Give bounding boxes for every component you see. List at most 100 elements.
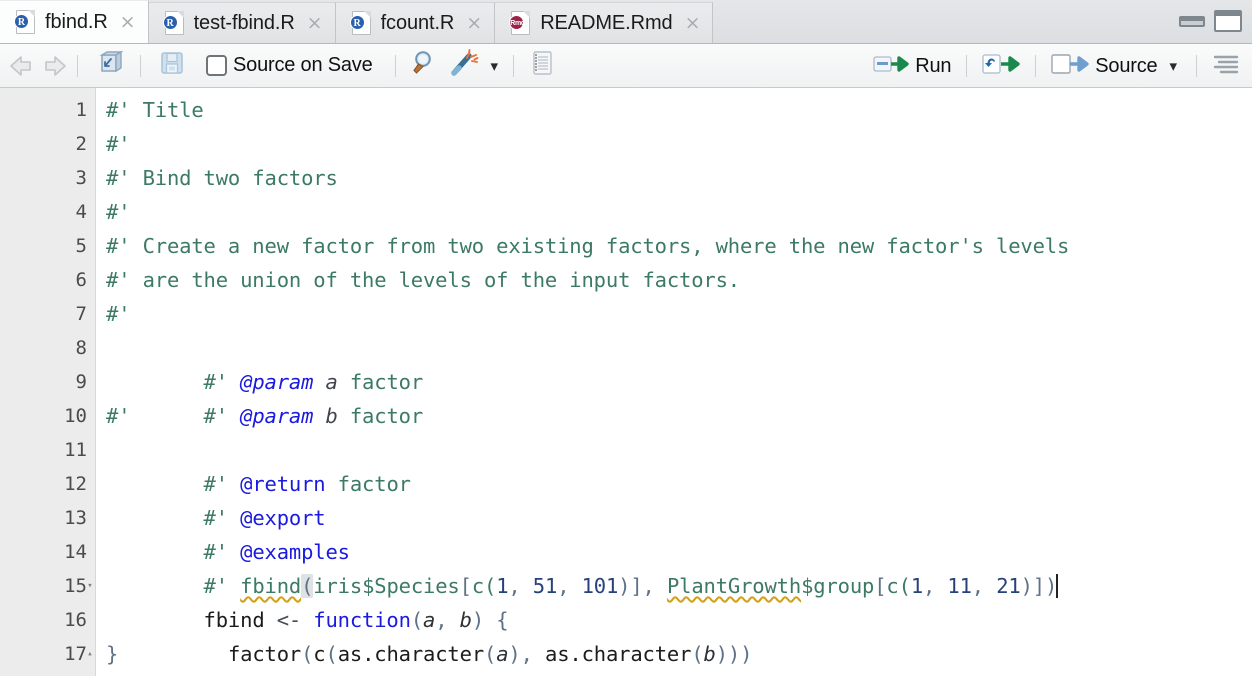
fold-toggle-icon[interactable]: ▴: [84, 637, 96, 671]
source-button[interactable]: Source: [1045, 49, 1163, 84]
document-outline-icon[interactable]: [1206, 52, 1246, 81]
editor-tab-bar: R fbind.R × R test-fbind.R × R fcount.R …: [0, 0, 1252, 44]
line-number: 14: [0, 535, 95, 569]
editor-toolbar: Source on Save ▾ Run Source ▾: [0, 44, 1252, 88]
code-line: #': [106, 200, 131, 224]
code-text-area[interactable]: #' Title #' #' Bind two factors #' #' Cr…: [96, 88, 1252, 676]
roxygen-tag: @param: [240, 370, 314, 394]
fold-toggle-icon[interactable]: [84, 433, 96, 467]
rmd-file-icon: Rmd: [509, 10, 531, 36]
compile-report-notebook-icon[interactable]: [523, 49, 561, 82]
r-file-icon: R: [349, 10, 372, 36]
line-number-gutter: 1 2 3 4 5 6 7 8 9 10 11 12 13 14 15 ▾ 16 …: [0, 88, 96, 676]
tab-label: test-fbind.R: [193, 11, 295, 34]
fold-toggle-icon[interactable]: [84, 127, 96, 161]
source-document-icon: [1051, 52, 1089, 81]
code-tools-magic-wand-icon[interactable]: [445, 49, 485, 82]
fold-toggle-icon[interactable]: [84, 297, 96, 331]
code-line: #' are the union of the levels of the in…: [106, 268, 740, 292]
line-number: 8: [0, 331, 95, 365]
line-number: 15 ▾: [0, 569, 95, 603]
source-label: Source: [1095, 54, 1158, 77]
toolbar-separator: [140, 54, 141, 77]
spellcheck-word: PlantGrowth: [666, 574, 802, 598]
fold-toggle-icon[interactable]: [84, 535, 96, 569]
fold-toggle-icon[interactable]: [84, 161, 96, 195]
fold-toggle-icon[interactable]: [84, 263, 96, 297]
fold-toggle-icon[interactable]: ▾: [84, 569, 96, 603]
code-line: #' @return factor: [203, 472, 411, 496]
checkbox-icon[interactable]: [206, 55, 227, 76]
line-number: 3: [0, 161, 95, 195]
run-line-icon: [873, 53, 909, 80]
line-number: 5: [0, 229, 95, 263]
fold-toggle-icon[interactable]: [84, 501, 96, 535]
r-file-icon: R: [162, 10, 185, 36]
close-icon[interactable]: ×: [466, 13, 482, 33]
line-number: 12: [0, 467, 95, 501]
line-number: 9: [0, 365, 95, 399]
tab-label: fcount.R: [380, 11, 455, 34]
close-icon[interactable]: ×: [307, 13, 323, 33]
fold-toggle-icon[interactable]: [84, 331, 96, 365]
line-number: 10: [0, 399, 95, 433]
code-editor[interactable]: 1 2 3 4 5 6 7 8 9 10 11 12 13 14 15 ▾ 16 …: [0, 88, 1252, 676]
forward-arrow-icon[interactable]: [38, 55, 68, 77]
line-number: 17 ▴: [0, 637, 95, 671]
tab-readme-rmd[interactable]: Rmd README.Rmd ×: [495, 2, 714, 43]
fold-toggle-icon[interactable]: [84, 229, 96, 263]
code-line: #' Title: [106, 98, 204, 122]
tab-label: fbind.R: [45, 10, 108, 33]
show-in-new-window-icon[interactable]: [87, 50, 131, 81]
line-number: 4: [0, 195, 95, 229]
r-file-icon: R: [14, 9, 36, 35]
chevron-down-icon[interactable]: ▾: [1163, 57, 1187, 75]
source-on-save-checkbox[interactable]: Source on Save: [200, 51, 379, 80]
fold-toggle-icon[interactable]: [84, 365, 96, 399]
chevron-down-icon[interactable]: ▾: [485, 57, 505, 75]
spellcheck-word: fbind: [240, 574, 302, 598]
fold-toggle-icon[interactable]: [84, 603, 96, 637]
tab-label: README.Rmd: [540, 11, 673, 34]
run-button[interactable]: Run: [867, 50, 957, 83]
r-file-icon-badge: R: [349, 15, 365, 30]
line-number: 16: [0, 603, 95, 637]
fold-toggle-icon[interactable]: [84, 399, 96, 433]
matching-bracket-highlight: (: [301, 574, 314, 598]
toolbar-separator: [1035, 55, 1037, 77]
save-icon[interactable]: [150, 50, 194, 81]
toolbar-separator: [1196, 55, 1197, 77]
re-run-previous-icon: [982, 52, 1020, 81]
close-icon[interactable]: ×: [685, 13, 701, 33]
back-arrow-icon[interactable]: [8, 55, 38, 77]
line-number: 1: [0, 93, 95, 127]
roxygen-tag: @param: [240, 404, 314, 428]
roxygen-tag: @return: [240, 472, 326, 496]
fold-toggle-icon[interactable]: [84, 195, 96, 229]
run-label: Run: [915, 54, 952, 77]
rerun-button[interactable]: [976, 49, 1026, 84]
tab-fcount-r[interactable]: R fcount.R ×: [335, 2, 496, 43]
line-number: 6: [0, 263, 95, 297]
close-icon[interactable]: ×: [120, 12, 136, 32]
r-file-icon-badge: R: [162, 15, 178, 30]
r-file-icon-badge: R: [14, 14, 29, 29]
fold-toggle-icon[interactable]: [84, 93, 96, 127]
maximize-pane-icon[interactable]: [1214, 10, 1242, 32]
find-replace-magnifier-icon[interactable]: [405, 49, 445, 82]
rmd-file-icon-badge: Rmd: [509, 15, 525, 30]
minimize-pane-icon[interactable]: [1179, 15, 1205, 27]
roxygen-tag: @examples: [240, 540, 350, 564]
code-line: #' Bind two factors: [106, 166, 338, 190]
keyword-function: function: [313, 608, 411, 632]
line-number: 13: [0, 501, 95, 535]
pane-window-controls: [1179, 10, 1242, 32]
tab-fbind-r[interactable]: R fbind.R ×: [0, 0, 149, 43]
tab-test-fbind-r[interactable]: R test-fbind.R ×: [148, 2, 336, 43]
toolbar-separator: [77, 54, 78, 77]
fold-toggle-icon[interactable]: [84, 467, 96, 501]
rstudio-source-pane: R fbind.R × R test-fbind.R × R fcount.R …: [0, 0, 1252, 676]
code-line: #' Create a new factor from two existing…: [106, 234, 1070, 258]
text-cursor: [1056, 574, 1059, 598]
line-number: 2: [0, 127, 95, 161]
